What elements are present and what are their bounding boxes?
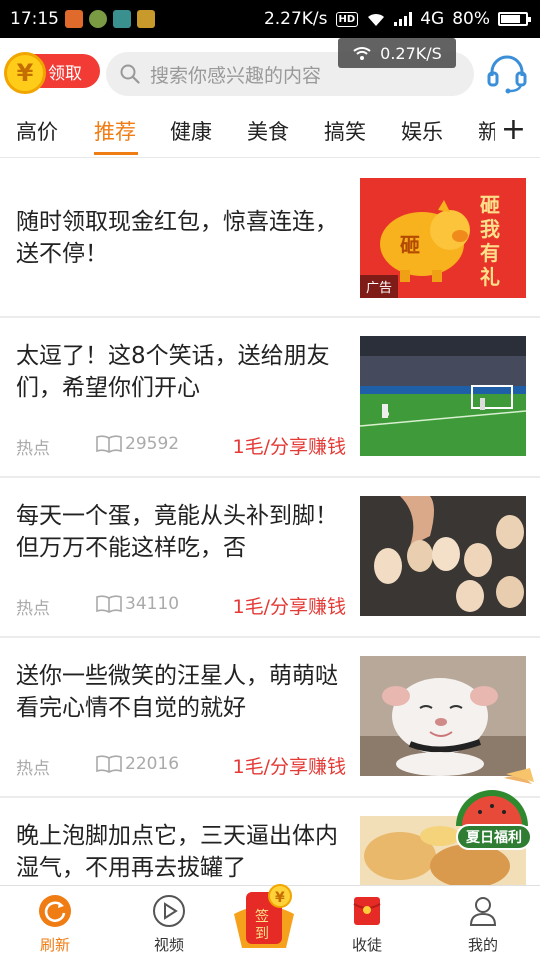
item-title: 晚上泡脚加点它，三天逼出体内湿气，不用再去拔罐了 bbox=[16, 823, 338, 881]
app-notification-icon bbox=[89, 10, 107, 28]
nav-video[interactable]: 视频 bbox=[124, 894, 214, 955]
net-speed: 2.27K/s bbox=[263, 9, 328, 29]
refresh-icon bbox=[39, 895, 71, 927]
item-thumbnail bbox=[360, 336, 526, 456]
category-tabs: 高价 推荐 健康 美食 搞笑 娱乐 新 + bbox=[0, 110, 540, 158]
battery-percent: 80% bbox=[452, 9, 490, 29]
item-thumbnail bbox=[360, 496, 526, 616]
share-earn-link[interactable]: 1毛/分享赚钱 bbox=[233, 592, 347, 619]
item-thumbnail bbox=[360, 656, 526, 776]
ad-pig-char: 砸 bbox=[400, 233, 420, 257]
item-meta: 热点 34110 1毛/分享赚钱 bbox=[16, 594, 346, 619]
nav-video-label: 视频 bbox=[153, 936, 184, 954]
red-envelope-icon bbox=[353, 897, 381, 925]
puppy-photo bbox=[360, 656, 526, 776]
search-icon bbox=[120, 64, 140, 84]
read-count: 22016 bbox=[96, 754, 179, 774]
nav-mine[interactable]: 我的 bbox=[438, 894, 528, 955]
tab-funny[interactable]: 搞笑 bbox=[324, 116, 366, 146]
read-count: 29592 bbox=[96, 434, 179, 454]
item-title: 送你一些微笑的汪星人，萌萌哒看完心情不自觉的就好 bbox=[16, 663, 338, 721]
ad-image: 砸 砸我有礼 广告 bbox=[360, 178, 526, 298]
battery-icon bbox=[498, 12, 531, 26]
tab-entertainment[interactable]: 娱乐 bbox=[401, 116, 443, 146]
nav-refresh-label: 刷新 bbox=[39, 936, 70, 954]
hd-icon: HD bbox=[335, 11, 359, 27]
feed-item[interactable]: 太逗了！这8个笑话，送给朋友们，希望你们开心 热点 29592 1毛/分享赚钱 bbox=[0, 318, 540, 478]
read-count-value: 34110 bbox=[125, 594, 180, 614]
item-title: 每天一个蛋，竟能从头补到脚！但万万不能这样吃，否 bbox=[16, 503, 338, 561]
app-header: ¥ 领取 搜索你感兴趣的内容 0.27K/S bbox=[0, 38, 540, 110]
coin-icon[interactable]: ¥ bbox=[4, 52, 46, 94]
app-notification-icon bbox=[65, 10, 83, 28]
app-notification-icon bbox=[113, 10, 131, 28]
speed-toast-text: 0.27K/S bbox=[380, 43, 442, 63]
read-count-value: 29592 bbox=[125, 434, 180, 454]
wifi-icon bbox=[368, 13, 385, 26]
tab-food[interactable]: 美食 bbox=[247, 116, 289, 146]
nav-collect-label: 收徒 bbox=[351, 936, 382, 954]
clock: 17:15 bbox=[10, 9, 59, 29]
hot-tag: 热点 bbox=[16, 759, 50, 779]
add-channel-button[interactable]: + bbox=[494, 112, 526, 147]
book-icon bbox=[96, 755, 122, 773]
ad-slogan: 砸我有礼 bbox=[480, 193, 500, 289]
read-count: 34110 bbox=[96, 594, 179, 614]
app-notification-icon bbox=[137, 10, 155, 28]
item-title: 随时领取现金红包，惊喜连连，送不停！ bbox=[16, 209, 338, 267]
tab-health[interactable]: 健康 bbox=[170, 116, 212, 146]
item-meta: 热点 29592 1毛/分享赚钱 bbox=[16, 434, 346, 459]
share-earn-link[interactable]: 1毛/分享赚钱 bbox=[233, 432, 347, 459]
read-count-value: 22016 bbox=[125, 754, 180, 774]
hot-tag: 热点 bbox=[16, 439, 50, 459]
tab-high-price[interactable]: 高价 bbox=[16, 116, 58, 146]
speed-toast: 0.27K/S bbox=[338, 38, 456, 68]
signal-icon bbox=[394, 12, 413, 26]
share-earn-link[interactable]: 1毛/分享赚钱 bbox=[233, 752, 347, 779]
bottom-navigation: 刷新 视频 ¥ 签 到 收徒 我的 bbox=[0, 884, 540, 960]
book-icon bbox=[96, 435, 122, 453]
feed-item-ad[interactable]: 随时领取现金红包，惊喜连连，送不停！ 砸 砸我有礼 广告 bbox=[0, 158, 540, 318]
book-icon bbox=[96, 595, 122, 613]
sign-in-coin: ¥ bbox=[275, 890, 285, 906]
sign-in-label-bottom: 到 bbox=[255, 926, 269, 942]
hot-tag: 热点 bbox=[16, 599, 50, 619]
active-tab-indicator bbox=[94, 152, 138, 155]
nav-collect[interactable]: 收徒 bbox=[322, 894, 412, 955]
summer-welfare-label: 夏日福利 bbox=[456, 824, 532, 850]
nav-mine-label: 我的 bbox=[467, 936, 498, 954]
customer-service-icon[interactable] bbox=[486, 52, 528, 94]
summer-welfare-button[interactable]: 夏日福利 bbox=[450, 768, 536, 858]
wifi-icon bbox=[353, 47, 371, 60]
soccer-photo bbox=[360, 336, 526, 456]
item-title: 太逗了！这8个笑话，送给朋友们，希望你们开心 bbox=[16, 343, 330, 401]
sign-in-button[interactable]: ¥ 签 到 bbox=[228, 878, 300, 950]
status-bar: 17:15 2.27K/s HD 4G 80% bbox=[0, 0, 540, 38]
item-meta: 热点 22016 1毛/分享赚钱 bbox=[16, 754, 346, 779]
ad-badge: 广告 bbox=[360, 275, 399, 298]
person-icon bbox=[469, 897, 497, 926]
eggs-photo bbox=[360, 496, 526, 616]
sign-in-label-top: 签 bbox=[255, 908, 269, 925]
tab-recommend[interactable]: 推荐 bbox=[94, 116, 136, 146]
nav-refresh[interactable]: 刷新 bbox=[10, 894, 100, 955]
network-type: 4G bbox=[420, 9, 445, 29]
feed-item[interactable]: 每天一个蛋，竟能从头补到脚！但万万不能这样吃，否 热点 34110 1毛/分享赚… bbox=[0, 478, 540, 638]
play-icon bbox=[153, 895, 185, 927]
search-placeholder: 搜索你感兴趣的内容 bbox=[150, 64, 322, 87]
